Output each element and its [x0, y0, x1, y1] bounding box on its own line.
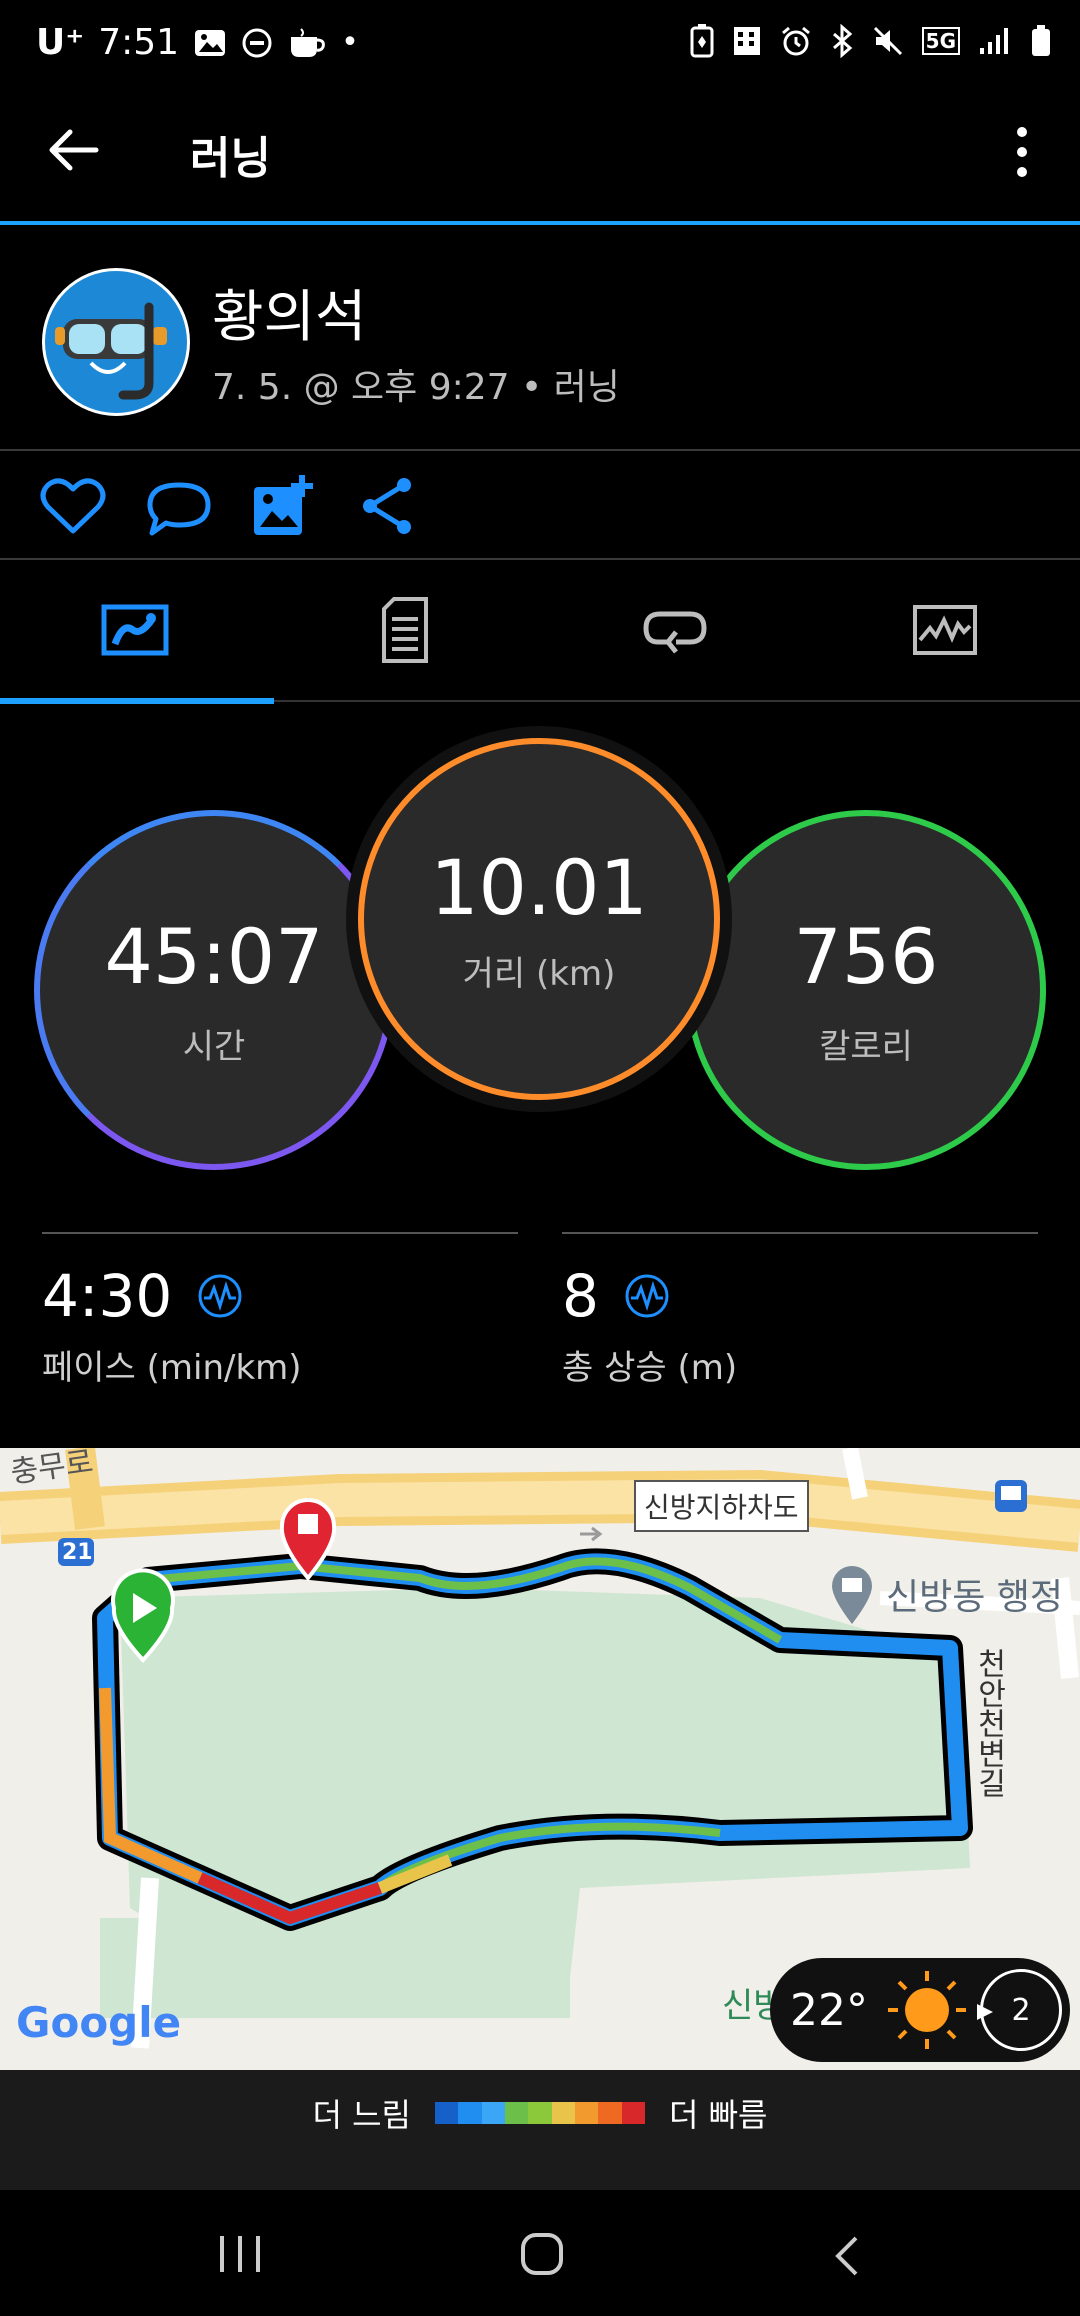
snorkel-mask-icon	[55, 302, 167, 400]
heart-rate-badge-icon[interactable]	[623, 1272, 671, 1320]
legend-swatch	[621, 2102, 645, 2124]
tab-details[interactable]	[270, 560, 540, 700]
header-accent-line	[0, 221, 1080, 225]
mute-icon	[873, 26, 902, 56]
status-right: 5G	[690, 24, 1052, 58]
image-icon	[195, 29, 226, 56]
document-icon	[382, 597, 428, 663]
distance-value: 10.01	[430, 843, 648, 932]
heart-rate-badge-icon[interactable]	[196, 1272, 244, 1320]
road-label: 신방지하차도	[634, 1480, 809, 1532]
map-summary-icon	[101, 604, 169, 656]
network-5g-label: 5G	[921, 27, 960, 55]
page-title: 러닝	[190, 133, 271, 184]
tab-summary[interactable]	[0, 560, 270, 700]
legend-faster: 더 빠름	[669, 2096, 768, 2134]
legend-swatch	[551, 2102, 575, 2124]
tab-active-indicator	[0, 698, 274, 704]
place-label: 신방동 행정	[886, 1577, 1064, 1618]
building-icon	[733, 27, 760, 55]
google-logo: Google	[16, 1998, 182, 2047]
metric-distance: 10.01 거리 (km)	[358, 738, 720, 1100]
chart-icon	[913, 605, 977, 655]
user-name: 황의석	[212, 285, 367, 350]
wind-indicator: 2	[977, 1969, 1062, 2051]
time-value: 45:07	[104, 912, 324, 1001]
system-nav-bar	[0, 2190, 1080, 2316]
bluetooth-icon	[832, 24, 852, 58]
tab-laps[interactable]	[540, 560, 810, 700]
distance-label: 거리 (km)	[462, 954, 616, 994]
legend-swatch	[435, 2102, 459, 2124]
battery-icon	[1032, 25, 1050, 56]
temperature: 22°	[790, 1984, 868, 2036]
metric-calories: 756 칼로리	[686, 810, 1046, 1170]
calories-label: 칼로리	[819, 1027, 913, 1067]
metric-time: 45:07 시간	[34, 810, 394, 1170]
heart-icon[interactable]	[40, 477, 106, 535]
app-bar	[0, 96, 1080, 224]
laps-icon	[643, 611, 707, 654]
legend-slower: 더 느림	[312, 2096, 412, 2134]
calories-value: 756	[793, 912, 939, 1001]
status-bar: U⁺ 7:51 • 5G	[0, 0, 1080, 96]
wind-speed: 2	[1011, 1992, 1031, 2028]
action-bar	[0, 451, 1080, 559]
tab-charts[interactable]	[810, 560, 1080, 700]
legend-swatch	[574, 2102, 599, 2124]
coffee-icon	[291, 27, 325, 57]
pace-stat: 4:30	[42, 1262, 244, 1330]
sun-icon	[888, 1971, 966, 2049]
home-icon[interactable]	[520, 2232, 564, 2276]
wind-direction-icon	[977, 2004, 993, 2020]
road-number: 21	[62, 1540, 93, 1565]
dot-icon: •	[341, 25, 359, 60]
comment-icon[interactable]	[146, 481, 212, 537]
carrier-label: U⁺	[36, 22, 85, 63]
ascent-stat: 8	[562, 1262, 671, 1330]
street-label: 천안천변길	[971, 1648, 1006, 1798]
pace-legend: 더 느림 더 빠름	[0, 2090, 1080, 2136]
legend-swatch	[504, 2102, 529, 2124]
legend-swatch	[458, 2102, 482, 2124]
arrow-left-icon[interactable]	[44, 120, 104, 180]
more-vertical-icon[interactable]	[1000, 122, 1044, 182]
pace-value: 4:30	[42, 1262, 173, 1330]
legend-swatch	[598, 2102, 622, 2124]
status-left: U⁺ 7:51 •	[36, 22, 359, 63]
weather-pill[interactable]: 22° 2	[770, 1958, 1070, 2062]
legend-gradient	[435, 2102, 645, 2124]
share-icon[interactable]	[360, 475, 414, 537]
stat-divider	[562, 1232, 1038, 1234]
time-label: 시간	[182, 1027, 246, 1067]
ascent-value: 8	[562, 1262, 599, 1330]
route-map[interactable]: 신방지하차도 21 충무로 신방동 행정 천안천변길 신방 Google 22°…	[0, 1448, 1080, 2070]
alarm-icon	[781, 26, 810, 56]
avatar[interactable]	[42, 268, 190, 416]
signal-icon	[980, 28, 1008, 54]
stat-divider	[42, 1232, 518, 1234]
activity-meta: 7. 5. @ 오후 9:27 • 러닝	[212, 367, 620, 408]
legend-swatch	[481, 2102, 505, 2124]
back-nav-icon[interactable]	[832, 2234, 862, 2278]
ascent-label: 총 상승 (m)	[562, 1348, 738, 1388]
legend-swatch	[528, 2102, 552, 2124]
battery-saver-icon	[690, 24, 714, 58]
pace-label: 페이스 (min/km)	[42, 1348, 302, 1388]
dnd-icon	[242, 28, 272, 57]
add-photo-icon[interactable]	[252, 473, 316, 537]
clock: 7:51	[98, 22, 180, 63]
recent-apps-icon[interactable]	[218, 2234, 262, 2274]
